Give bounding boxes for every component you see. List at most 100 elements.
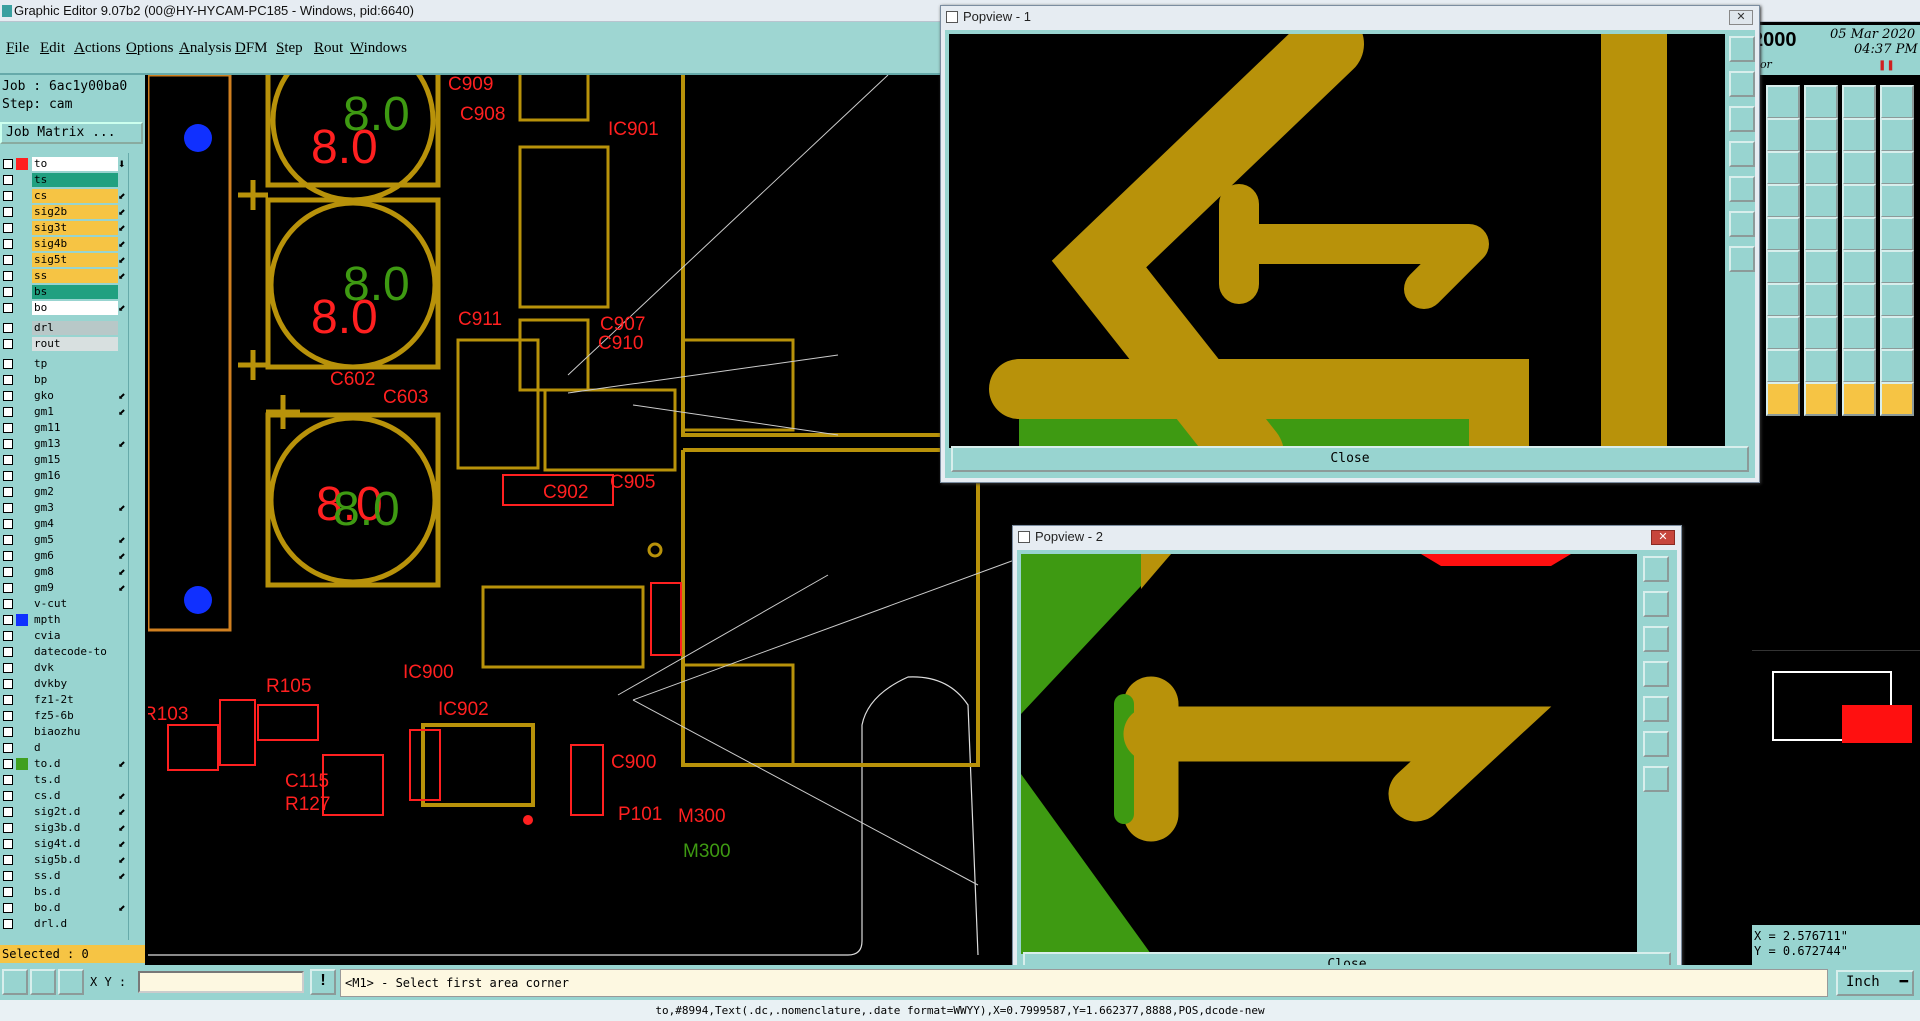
layer-row-sig2b[interactable]: sig2b ⬋ (0, 205, 128, 219)
layer-checkbox[interactable] (3, 855, 13, 865)
layer-checkbox[interactable] (3, 567, 13, 577)
layer-checkbox[interactable] (3, 535, 13, 545)
popview-tool-icon[interactable] (1729, 36, 1755, 62)
layer-checkbox[interactable] (3, 759, 13, 769)
layer-row-bs[interactable]: bs (0, 285, 128, 299)
layer-row-bo[interactable]: bo ⬋ (0, 301, 128, 315)
tool-button-icon[interactable] (1880, 382, 1914, 416)
layer-row-v-cut[interactable]: v-cut (0, 597, 128, 611)
tool-button-icon[interactable] (1842, 316, 1876, 350)
tool-button-icon[interactable] (1842, 217, 1876, 251)
layer-row-cs[interactable]: cs ⬋ (0, 189, 128, 203)
menu-step[interactable]: Step (276, 40, 303, 57)
popview-2-canvas[interactable] (1021, 554, 1637, 954)
layer-row-sig5t[interactable]: sig5t ⬋ (0, 253, 128, 267)
tool-button-icon[interactable] (1842, 382, 1876, 416)
layer-checkbox[interactable] (3, 503, 13, 513)
tool-button-icon[interactable] (1804, 151, 1838, 185)
tool-button-icon[interactable] (1842, 283, 1876, 317)
tool-button-icon[interactable] (1804, 382, 1838, 416)
tool-button-icon[interactable] (1766, 250, 1800, 284)
layer-checkbox[interactable] (3, 823, 13, 833)
layer-checkbox[interactable] (3, 519, 13, 529)
layer-row-to-d[interactable]: to.d ⬋ (0, 757, 128, 771)
layer-checkbox[interactable] (3, 743, 13, 753)
tool-button-icon[interactable] (1842, 118, 1876, 152)
layer-checkbox[interactable] (3, 407, 13, 417)
tool-button-icon[interactable] (1804, 118, 1838, 152)
mini-preview[interactable] (1752, 650, 1920, 750)
popview-2-close-icon[interactable]: ✕ (1651, 530, 1675, 545)
layer-checkbox[interactable] (3, 775, 13, 785)
tool-button-icon[interactable] (1842, 250, 1876, 284)
layer-checkbox[interactable] (3, 255, 13, 265)
tool-button-icon[interactable] (1804, 85, 1838, 119)
layer-row-dvk[interactable]: dvk (0, 661, 128, 675)
popview-tool-icon[interactable] (1729, 106, 1755, 132)
layer-row-gm9[interactable]: gm9 ⬋ (0, 581, 128, 595)
grid-icon[interactable] (58, 969, 84, 995)
layer-row-tp[interactable]: tp (0, 357, 128, 371)
tool-button-icon[interactable] (1880, 349, 1914, 383)
layer-checkbox[interactable] (3, 487, 13, 497)
popview-2-titlebar[interactable]: Popview - 2 (1013, 526, 1681, 548)
layer-row-dvkby[interactable]: dvkby (0, 677, 128, 691)
layer-row-gm6[interactable]: gm6 ⬋ (0, 549, 128, 563)
popview-tool-icon[interactable] (1643, 556, 1669, 582)
menu-options[interactable]: Options (126, 40, 174, 57)
layer-row-cvia[interactable]: cvia (0, 629, 128, 643)
layer-checkbox[interactable] (3, 583, 13, 593)
tool-button-icon[interactable] (1766, 349, 1800, 383)
layer-checkbox[interactable] (3, 303, 13, 313)
layer-checkbox[interactable] (3, 631, 13, 641)
layer-row-ss[interactable]: ss ⬋ (0, 269, 128, 283)
tool-button-icon[interactable] (1766, 217, 1800, 251)
menu-file[interactable]: File (6, 40, 29, 57)
tool-button-icon[interactable] (1880, 250, 1914, 284)
popview-tool-icon[interactable] (1729, 71, 1755, 97)
popview-tool-icon[interactable] (1643, 591, 1669, 617)
layer-row-sig2t-d[interactable]: sig2t.d ⬋ (0, 805, 128, 819)
layer-row-ss-d[interactable]: ss.d ⬋ (0, 869, 128, 883)
layer-row-gm2[interactable]: gm2 (0, 485, 128, 499)
tool-button-icon[interactable] (1880, 283, 1914, 317)
menu-rout[interactable]: Rout (314, 40, 343, 57)
layer-row-gm15[interactable]: gm15 (0, 453, 128, 467)
layer-checkbox[interactable] (3, 439, 13, 449)
menu-windows[interactable]: Windows (350, 40, 407, 57)
layer-row-gm11[interactable]: gm11 (0, 421, 128, 435)
layer-row-bs-d[interactable]: bs.d (0, 885, 128, 899)
popview-tool-icon[interactable] (1643, 696, 1669, 722)
popview-1-close-button[interactable]: Close (951, 446, 1749, 472)
tool-button-icon[interactable] (1842, 184, 1876, 218)
tool-button-icon[interactable] (1880, 316, 1914, 350)
layer-checkbox[interactable] (3, 695, 13, 705)
layer-row-biaozhu[interactable]: biaozhu (0, 725, 128, 739)
layer-checkbox[interactable] (3, 871, 13, 881)
tool-button-icon[interactable] (1880, 118, 1914, 152)
measure-icon[interactable] (30, 969, 56, 995)
layer-row-bo-d[interactable]: bo.d ⬋ (0, 901, 128, 915)
layer-checkbox[interactable] (3, 207, 13, 217)
popview-tool-icon[interactable] (1729, 176, 1755, 202)
layer-checkbox[interactable] (3, 287, 13, 297)
layer-checkbox[interactable] (3, 159, 13, 169)
layer-row-to[interactable]: to ⬇ (0, 157, 128, 171)
tool-button-icon[interactable] (1804, 217, 1838, 251)
tool-button-icon[interactable] (1766, 382, 1800, 416)
layer-checkbox[interactable] (3, 839, 13, 849)
layer-checkbox[interactable] (3, 887, 13, 897)
layer-row-drl-d[interactable]: drl.d (0, 917, 128, 931)
layer-checkbox[interactable] (3, 615, 13, 625)
layer-row-fz5-6b[interactable]: fz5-6b (0, 709, 128, 723)
layer-row-sig5b-d[interactable]: sig5b.d ⬋ (0, 853, 128, 867)
xy-input[interactable] (138, 971, 304, 993)
layer-scrollbar[interactable] (128, 153, 144, 940)
tool-button-icon[interactable] (1880, 85, 1914, 119)
layer-row-gm3[interactable]: gm3 ⬋ (0, 501, 128, 515)
layer-checkbox[interactable] (3, 903, 13, 913)
layer-checkbox[interactable] (3, 711, 13, 721)
layer-row-rout[interactable]: rout (0, 337, 128, 351)
tool-button-icon[interactable] (1880, 184, 1914, 218)
popview-tool-icon[interactable] (1643, 731, 1669, 757)
